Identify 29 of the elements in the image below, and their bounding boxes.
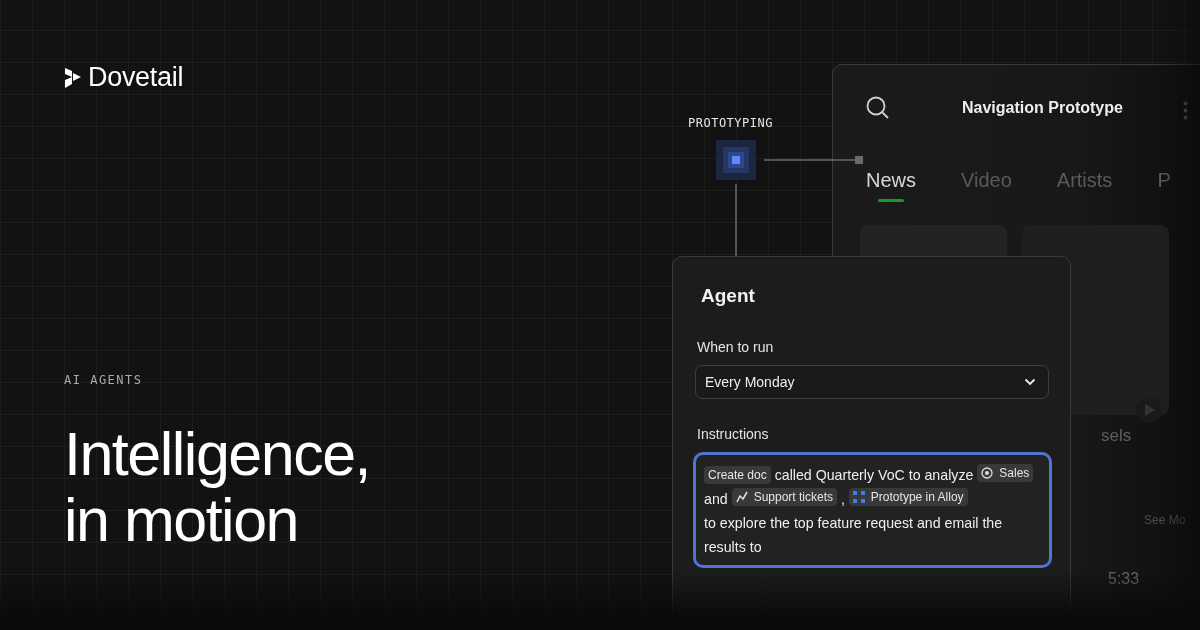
instructions-field[interactable]: Create doc called Quarterly VoC to analyze Sales and Support tickets , Prototype in Alloy to explore the top feature request and email the results to [693,452,1052,568]
prototype-tag[interactable]: Prototype in Alloy [848,488,968,506]
headline: Intelligence, in motion [64,421,372,553]
nav-tab[interactable]: News [866,169,916,202]
instruction-text: to explore the top feature request and email the results to [704,514,1004,557]
chevron-down-icon [1024,378,1036,386]
search-icon [866,96,890,120]
prototype-title: Navigation Prototype [962,99,1123,117]
instruction-text: and [704,491,728,507]
node-label: PROTOTYPING [688,116,773,130]
instruction-text: called Quarterly VoC to analyze [774,467,974,483]
field-label: When to run [697,339,775,355]
instruction-text: , [840,491,845,507]
trend-icon [735,491,748,503]
eyebrow-label: AI AGENTS [64,373,144,387]
more-icon [1183,101,1188,120]
source-tag[interactable]: Sales [977,464,1034,482]
card-caption: sels [1101,426,1132,446]
field-label: Instructions [697,426,770,442]
target-icon [981,467,994,479]
brand-name: Dovetail [88,62,184,93]
squares-icon [852,491,865,503]
duration-label: 5:33 [1108,570,1140,588]
node-marker [716,140,756,180]
schedule-dropdown[interactable]: Every Monday [695,365,1049,399]
source-tag[interactable]: Support tickets [731,488,837,506]
logo-icon [64,66,82,89]
action-tag[interactable]: Create doc [704,466,771,484]
panel-title: Agent [701,285,756,307]
